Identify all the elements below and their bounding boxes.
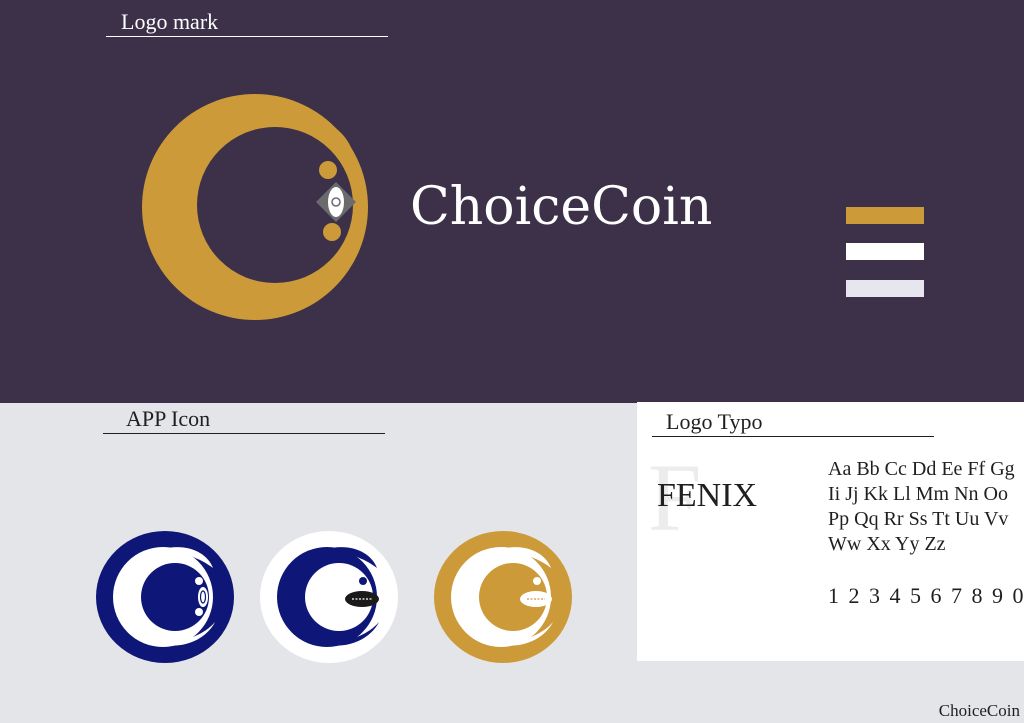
digit-sample: 1 2 3 4 5 6 7 8 9 0 xyxy=(828,583,1024,608)
logo-mark-underline xyxy=(106,36,388,37)
logo-typo-underline xyxy=(652,436,934,437)
gold-app-icon xyxy=(434,531,572,663)
alphabet-line-4: Ww Xx Yy Zz xyxy=(828,533,946,555)
app-icon-underline xyxy=(103,433,385,434)
alphabet-line-1: Aa Bb Cc Dd Ee Ff Gg xyxy=(828,458,1015,480)
font-name: FENIX xyxy=(657,477,758,514)
app-icon-title: APP Icon xyxy=(126,406,211,431)
navy-app-icon xyxy=(96,531,234,663)
gold-color-swatch xyxy=(846,207,924,224)
logo-typo-title: Logo Typo xyxy=(666,409,763,434)
alphabet-line-3: Pp Qq Rr Ss Tt Uu Vv xyxy=(828,508,1009,530)
light-color-swatch xyxy=(846,280,924,297)
alphabet-line-2: Ii Jj Kk Ll Mm Nn Oo xyxy=(828,483,1008,505)
brand-wordmark: ChoiceCoin xyxy=(410,177,713,237)
crescent-coin-logo-icon xyxy=(142,94,368,320)
white-color-swatch xyxy=(846,243,924,260)
white-app-icon xyxy=(260,531,398,663)
logo-mark-title: Logo mark xyxy=(121,9,219,34)
footer-brand: ChoiceCoin xyxy=(938,701,1020,720)
